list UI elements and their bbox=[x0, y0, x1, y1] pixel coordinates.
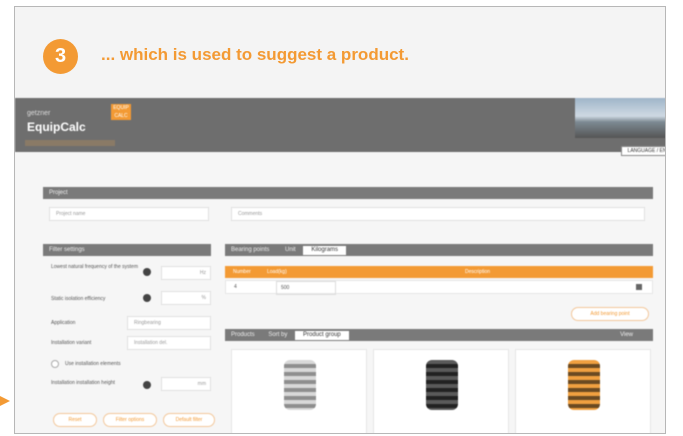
language-button[interactable]: LANGUAGE / EN bbox=[621, 146, 665, 156]
spring-image bbox=[284, 360, 316, 410]
application-select[interactable]: Ringbearing bbox=[127, 316, 211, 330]
filter-label-application: Application bbox=[51, 320, 76, 326]
sort-label: Sort by bbox=[268, 332, 288, 338]
help-icon[interactable] bbox=[143, 381, 151, 389]
unit-select[interactable]: Kilograms bbox=[303, 246, 347, 255]
filter-label-efficiency: Static isolation efficiency bbox=[51, 296, 106, 302]
products-panel-header: Products Sort by Product group View bbox=[225, 329, 653, 341]
col-description: Description bbox=[465, 269, 491, 275]
bearing-title: Bearing points bbox=[231, 247, 270, 253]
comments-field[interactable]: Comments bbox=[231, 207, 645, 221]
bearing-row: 4 500 bbox=[225, 280, 653, 295]
filter-label-frequency: Lowest natural frequency of the system bbox=[51, 264, 138, 270]
project-panel-header: Project bbox=[43, 187, 653, 199]
app-header: getzner EquipCalc EQUIP CALC bbox=[15, 98, 665, 152]
help-icon[interactable] bbox=[143, 268, 151, 276]
spring-image bbox=[568, 360, 600, 410]
product-card[interactable] bbox=[515, 349, 651, 433]
help-icon[interactable] bbox=[143, 294, 151, 302]
sort-select[interactable]: Product group bbox=[295, 331, 349, 340]
brand-company: getzner bbox=[27, 110, 51, 117]
efficiency-input[interactable]: % bbox=[161, 291, 211, 305]
col-number: Number bbox=[233, 269, 251, 275]
view-toggle[interactable]: View bbox=[620, 329, 633, 341]
bearing-table-header: Number Load(kg) Description bbox=[225, 266, 653, 278]
app-screenshot: getzner EquipCalc EQUIP CALC LANGUAGE / … bbox=[15, 98, 665, 433]
step-callout: 3 ... which is used to suggest a product… bbox=[15, 7, 665, 98]
filter-title: Filter settings bbox=[49, 247, 85, 253]
screenshot-frame: 3 ... which is used to suggest a product… bbox=[14, 6, 666, 434]
installation-elements-radio[interactable] bbox=[51, 360, 59, 368]
height-input[interactable]: mm bbox=[161, 377, 211, 391]
filter-label-elements: Use installation elements bbox=[65, 361, 121, 367]
project-title: Project bbox=[49, 190, 68, 196]
col-load: Load(kg) bbox=[267, 269, 287, 275]
default-filter-button[interactable]: Default filter bbox=[163, 413, 215, 427]
brand-tagline bbox=[25, 140, 115, 146]
product-card[interactable] bbox=[373, 349, 509, 433]
filter-label-height: Installation installation height bbox=[51, 380, 115, 386]
unit-label: Unit bbox=[285, 247, 296, 253]
project-name-field[interactable]: Project name bbox=[49, 207, 209, 221]
add-bearing-point-button[interactable]: Add bearing point bbox=[571, 307, 649, 321]
brand-logo[interactable]: EquipCalc bbox=[27, 120, 86, 134]
filter-label-variant: Installation variant bbox=[51, 340, 92, 346]
row-load-input[interactable]: 500 bbox=[276, 281, 336, 295]
filter-options-button[interactable]: Filter options bbox=[103, 413, 157, 427]
step-number-badge: 3 bbox=[43, 39, 78, 74]
row-number: 4 bbox=[234, 284, 237, 290]
step-caption: ... which is used to suggest a product. bbox=[101, 45, 409, 64]
reset-button[interactable]: Reset bbox=[53, 413, 97, 427]
frequency-input[interactable]: Hz bbox=[161, 266, 211, 280]
delete-icon[interactable] bbox=[636, 284, 642, 290]
product-card[interactable] bbox=[231, 349, 367, 433]
variant-select[interactable]: Installation del. bbox=[127, 336, 211, 350]
spring-image bbox=[426, 360, 458, 410]
products-title: Products bbox=[231, 332, 255, 338]
bearing-panel-header: Bearing points Unit Kilograms bbox=[225, 244, 653, 256]
brand-badge: EQUIP CALC bbox=[111, 104, 131, 120]
header-photo bbox=[575, 98, 665, 138]
callout-pointer bbox=[0, 396, 10, 406]
filter-panel-header: Filter settings bbox=[43, 244, 211, 256]
